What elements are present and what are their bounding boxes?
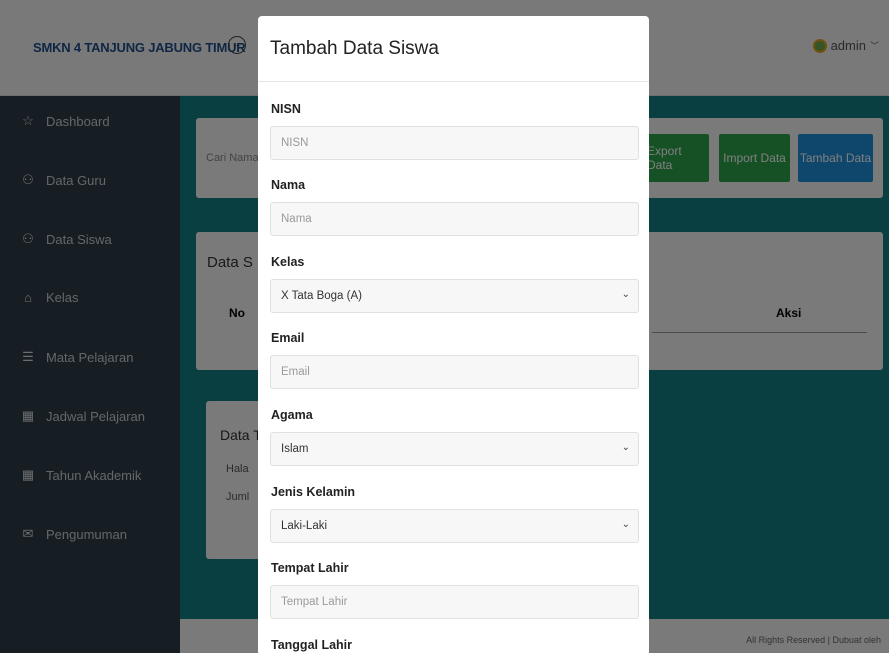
agama-select[interactable]: Islam ⌄ bbox=[270, 432, 639, 466]
tempat-lahir-label: Tempat Lahir bbox=[271, 561, 349, 575]
email-input[interactable]: Email bbox=[270, 355, 639, 389]
tempat-lahir-input[interactable]: Tempat Lahir bbox=[270, 585, 639, 619]
chevron-down-icon: ⌄ bbox=[621, 289, 630, 300]
nama-label: Nama bbox=[271, 178, 306, 192]
chevron-down-icon: ⌄ bbox=[621, 442, 630, 453]
kelas-selected-value: X Tata Boga (A) bbox=[281, 290, 362, 302]
jenis-kelamin-label: Jenis Kelamin bbox=[271, 485, 356, 499]
jenis-kelamin-selected-value: Laki-Laki bbox=[281, 520, 328, 532]
chevron-down-icon: ⌄ bbox=[621, 519, 630, 530]
modal-title: Tambah Data Siswa bbox=[270, 37, 439, 59]
nisn-input[interactable]: NISN bbox=[270, 126, 639, 160]
add-student-modal: Tambah Data Siswa NISN NISN Nama Nama Ke… bbox=[258, 16, 649, 653]
email-label: Email bbox=[271, 331, 305, 345]
agama-selected-value: Islam bbox=[281, 443, 309, 455]
agama-label: Agama bbox=[271, 408, 313, 422]
tanggal-lahir-label: Tanggal Lahir bbox=[271, 638, 353, 652]
kelas-select[interactable]: X Tata Boga (A) ⌄ bbox=[270, 279, 639, 313]
jenis-kelamin-select[interactable]: Laki-Laki ⌄ bbox=[270, 509, 639, 543]
nama-input[interactable]: Nama bbox=[270, 202, 639, 236]
kelas-label: Kelas bbox=[271, 255, 305, 269]
modal-header: Tambah Data Siswa bbox=[258, 16, 649, 82]
nisn-label: NISN bbox=[271, 102, 301, 116]
